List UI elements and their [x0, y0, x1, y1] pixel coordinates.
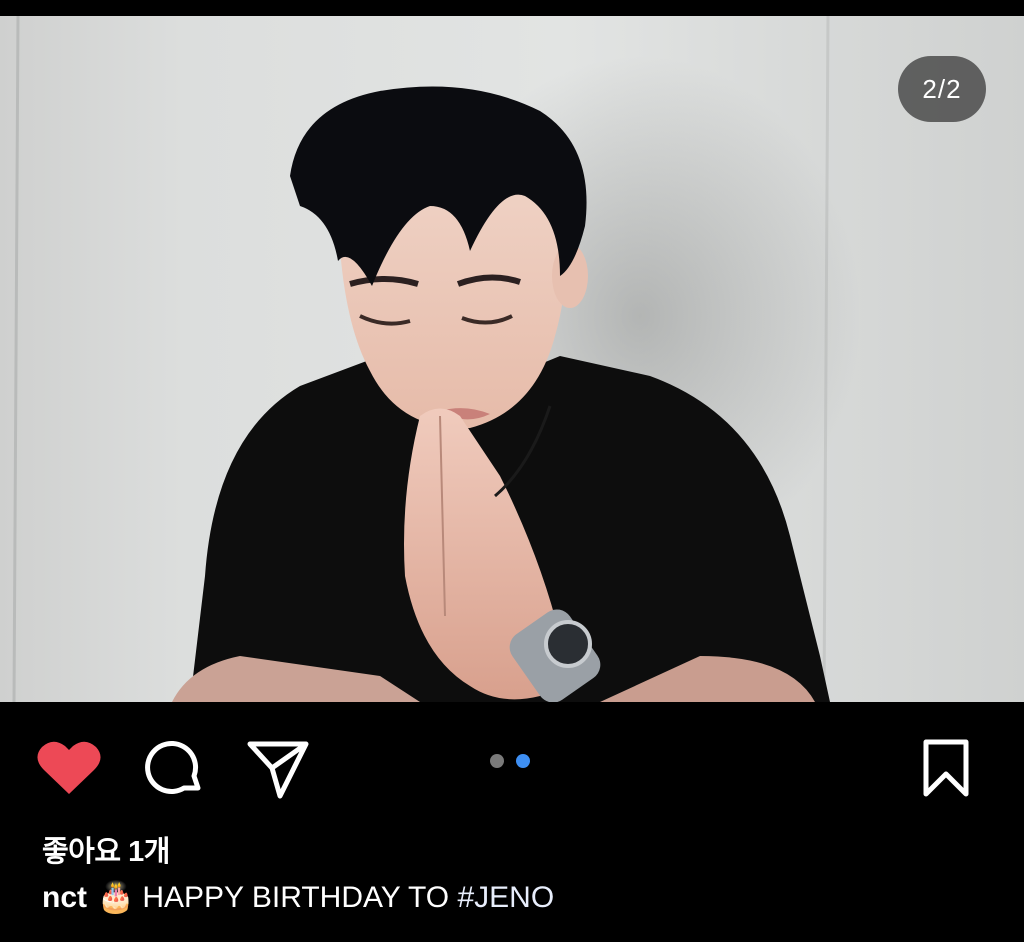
caption-continuation — [90, 922, 150, 942]
caption-hashtag[interactable]: #JENO — [457, 881, 554, 914]
caption-text: HAPPY BIRTHDAY TO — [142, 881, 458, 914]
bookmark-icon[interactable] — [918, 738, 974, 798]
post-photo-illustration — [12, 16, 860, 702]
caption-username[interactable]: nct — [42, 881, 87, 914]
bookmark-icon-svg — [923, 739, 969, 797]
heart-filled-icon[interactable] — [36, 738, 102, 798]
carousel-dot-2-active — [516, 754, 530, 768]
birthday-cake-icon: 🎂 — [97, 881, 135, 914]
image-counter-badge: 2/2 — [898, 56, 986, 122]
carousel-dot-1 — [490, 754, 504, 768]
heart-icon-svg — [37, 741, 101, 794]
carousel-indicator — [490, 754, 530, 768]
top-bar — [0, 0, 1024, 16]
post-image[interactable]: 2/2 — [0, 16, 1024, 702]
comment-icon-svg — [145, 741, 201, 794]
paper-plane-icon[interactable] — [246, 738, 310, 800]
post-actions-bar — [0, 702, 1024, 830]
comment-icon[interactable] — [144, 738, 204, 798]
post-caption: nct 🎂 HAPPY BIRTHDAY TO #JENO — [42, 880, 554, 915]
share-icon-svg — [247, 741, 309, 799]
likes-count[interactable]: 좋아요 1개 — [42, 828, 170, 870]
